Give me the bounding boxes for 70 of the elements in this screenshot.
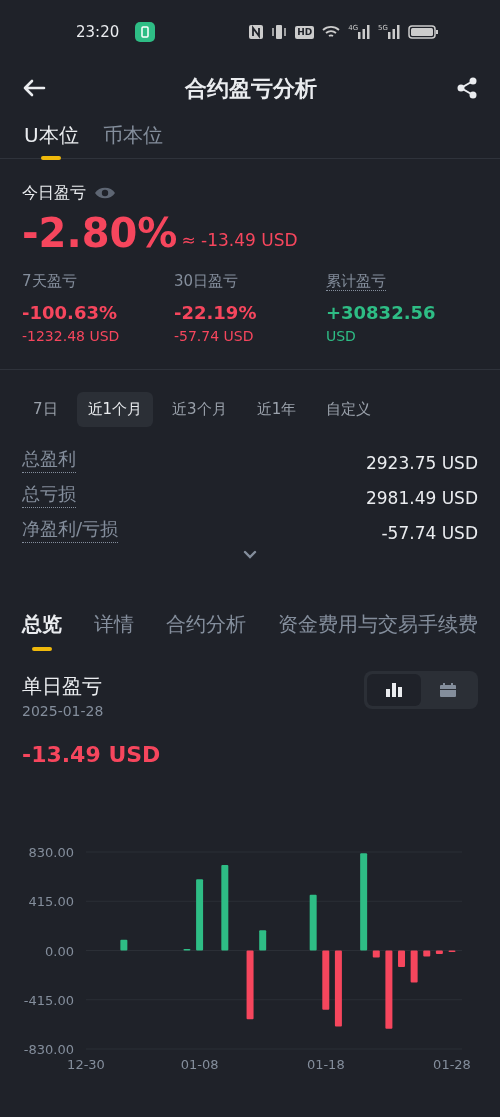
stat-amount: -1232.48 USD — [22, 327, 121, 346]
bar — [246, 950, 254, 1019]
bar — [423, 950, 431, 956]
section-tab[interactable]: 详情 — [94, 608, 134, 649]
x-axis-label: 01-08 — [180, 1056, 219, 1072]
period-tab[interactable]: 近1个月 — [76, 392, 154, 427]
share-button[interactable] — [456, 77, 478, 99]
nfc-icon — [249, 25, 264, 39]
chart-date: 2025-01-28 — [22, 701, 105, 721]
summary-label: 总盈利 — [22, 444, 76, 473]
stat-label: 30日盈亏 — [174, 272, 239, 290]
app-notification-icon — [135, 22, 156, 42]
y-axis-label: 415.00 — [28, 893, 74, 909]
bar — [120, 939, 128, 950]
battery-icon — [408, 25, 438, 39]
today-pnl-label: 今日盈亏 — [22, 182, 86, 204]
section-tab[interactable]: 资金费用与交易手续费 — [278, 608, 478, 649]
y-axis-label: 0.00 — [45, 943, 74, 958]
chart-title: 单日盈亏 — [22, 672, 103, 700]
y-axis-label: -830.00 — [23, 1041, 74, 1057]
bar — [322, 950, 330, 1010]
period-tab[interactable]: 自定义 — [315, 392, 383, 427]
stat-value: +30832.56 — [325, 301, 437, 325]
summary-label: 净盈利/亏损 — [22, 514, 119, 543]
x-axis-label: 01-18 — [306, 1056, 345, 1072]
today-pnl-amount: ≈ -13.49 USD — [181, 228, 298, 252]
vibrate-icon — [271, 25, 288, 39]
period-tab[interactable]: 7日 — [22, 392, 69, 427]
bar — [309, 894, 317, 950]
view-mode-button[interactable] — [367, 673, 421, 706]
bar-chart-icon — [386, 682, 402, 697]
currency-tab[interactable]: 币本位 — [102, 120, 163, 158]
summary-value: -57.74 USD — [381, 521, 478, 545]
summary-label: 总亏损 — [22, 479, 76, 508]
stat-value: -22.19% — [174, 301, 258, 325]
clock: 23:20 — [76, 21, 120, 43]
arrow-left-icon — [22, 78, 46, 98]
back-button[interactable] — [22, 78, 46, 98]
wifi-icon — [322, 25, 341, 39]
stat-label: 7天盈亏 — [22, 272, 77, 290]
bar — [196, 878, 204, 950]
stat-amount: USD — [325, 327, 357, 346]
bar — [259, 929, 267, 950]
page-title: 合约盈亏分析 — [185, 74, 317, 103]
stat-value: -100.63% — [22, 301, 118, 325]
share-icon — [456, 77, 478, 99]
expand-button[interactable] — [243, 549, 257, 559]
chevron-down-icon — [243, 549, 257, 559]
y-axis-label: -415.00 — [23, 992, 74, 1008]
x-axis-label: 01-28 — [433, 1056, 471, 1072]
calendar-icon — [440, 682, 456, 697]
stat-amount: -57.74 USD — [174, 327, 255, 346]
stat-label: 累计盈亏 — [325, 272, 386, 291]
daily-pnl-value: -13.49 USD — [22, 740, 161, 769]
bar — [372, 950, 380, 958]
currency-tab[interactable]: U本位 — [24, 120, 79, 158]
eye-icon — [94, 185, 116, 201]
bar — [410, 950, 418, 983]
summary-value: 2923.75 USD — [365, 451, 478, 475]
summary-value: 2981.49 USD — [365, 486, 478, 510]
period-tab[interactable]: 近3个月 — [161, 392, 238, 427]
period-tab[interactable]: 近1年 — [245, 392, 308, 427]
bar — [398, 950, 405, 967]
section-tab[interactable]: 总览 — [22, 608, 62, 649]
today-pnl-percent: -2.80% — [22, 213, 178, 253]
section-tab[interactable]: 合约分析 — [166, 608, 246, 649]
bar — [435, 950, 443, 954]
x-axis-label: 12-30 — [67, 1056, 105, 1072]
y-axis-label: 830.00 — [28, 844, 74, 860]
hd-icon: HD — [295, 25, 315, 39]
